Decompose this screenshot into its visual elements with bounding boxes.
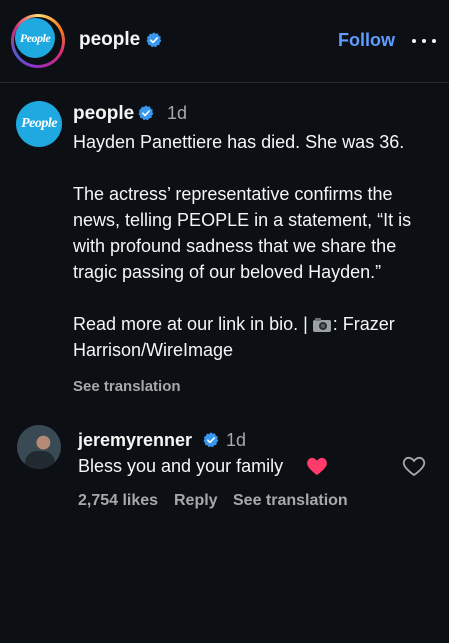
caption-paragraph: The actress’ representative confirms the… — [73, 184, 412, 282]
post-caption: Hayden Panettiere has died. She was 36. … — [73, 129, 443, 363]
comment-see-translation[interactable]: See translation — [233, 492, 348, 510]
people-avatar-logo: People — [16, 101, 62, 147]
caption-line: Hayden Panettiere has died. She was 36. — [73, 132, 405, 152]
people-avatar-logo: People — [15, 18, 55, 58]
comment-text: Bless you and your family — [78, 456, 284, 476]
see-translation-link[interactable]: See translation — [73, 378, 181, 395]
commenter-avatar[interactable] — [17, 425, 61, 469]
verified-badge-icon — [146, 32, 162, 48]
verified-badge-icon — [138, 105, 154, 121]
reply-button[interactable]: Reply — [174, 492, 218, 510]
comment-likes-count[interactable]: 2,754 likes — [78, 492, 158, 510]
post-timestamp[interactable]: 1d — [167, 103, 187, 124]
header-username[interactable]: people — [79, 29, 140, 51]
verified-badge-icon — [203, 432, 219, 448]
heart-emoji-icon — [307, 457, 327, 476]
camera-emoji-icon — [312, 313, 331, 332]
comment-timestamp: 1d — [226, 430, 247, 450]
like-heart-icon[interactable] — [402, 455, 426, 477]
follow-button[interactable]: Follow — [338, 30, 395, 51]
story-ring[interactable]: People — [11, 14, 65, 68]
comment-username[interactable]: jeremyrenner — [78, 430, 192, 451]
more-options-icon[interactable] — [412, 36, 436, 46]
caption-credit: Read more at our link in bio. | : Frazer… — [73, 311, 443, 363]
post-username[interactable]: people — [73, 103, 134, 125]
caption-credit-prefix: Read more at our link in bio. | — [73, 314, 313, 334]
post-header: People people Follow — [0, 0, 449, 83]
